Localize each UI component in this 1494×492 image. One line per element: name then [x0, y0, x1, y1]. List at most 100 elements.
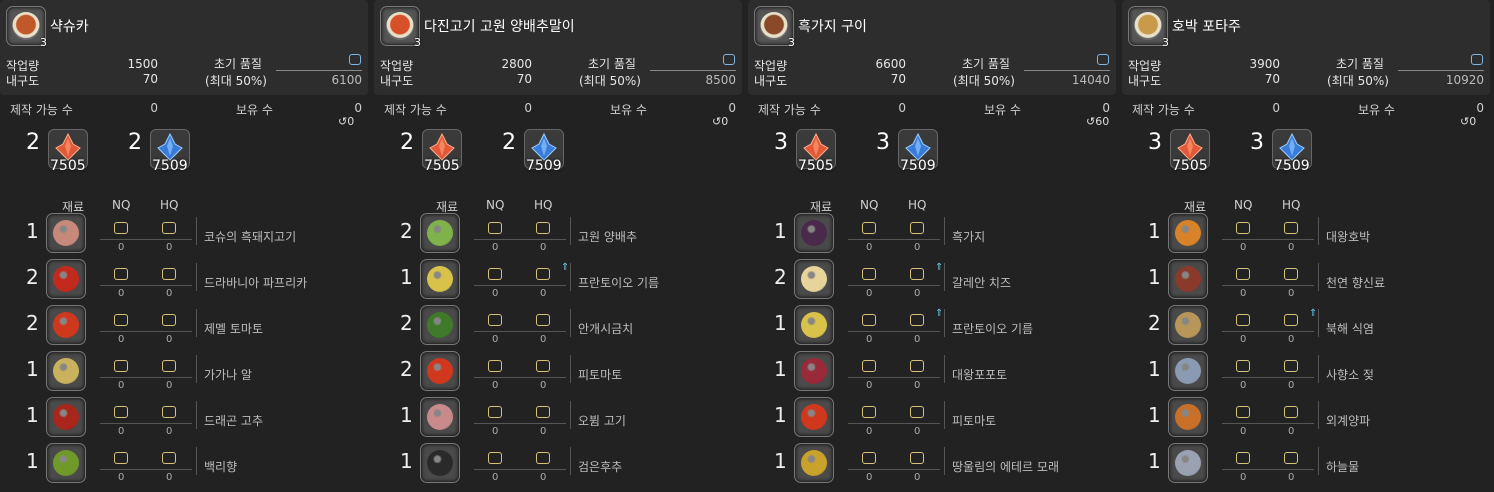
recipe-panel: 3 다진고기 고원 양배추말이 작업량 2800 내구도 70 초기 품질 (최… — [374, 0, 742, 492]
nq-checkbox[interactable] — [488, 314, 502, 326]
spiritbond-value: 0 — [347, 115, 355, 128]
hq-checkbox[interactable] — [1284, 452, 1298, 464]
nq-checkbox[interactable] — [114, 222, 128, 234]
water-crystal-slot[interactable]: 7509 — [524, 129, 564, 174]
hq-count: 0 — [166, 380, 173, 391]
recipe-icon[interactable]: 3 — [754, 6, 795, 49]
craftable-label: 제작 가능 수 — [10, 103, 73, 117]
hq-checkbox[interactable] — [910, 406, 924, 418]
nq-checkbox[interactable] — [862, 268, 876, 280]
nq-checkbox[interactable] — [488, 268, 502, 280]
nq-checkbox[interactable] — [1236, 452, 1250, 464]
ingredient-icon[interactable] — [794, 305, 834, 345]
nq-checkbox[interactable] — [1236, 406, 1250, 418]
nq-checkbox[interactable] — [114, 452, 128, 464]
nq-checkbox[interactable] — [1236, 268, 1250, 280]
ingredient-icon[interactable] — [794, 259, 834, 299]
nq-checkbox[interactable] — [488, 406, 502, 418]
hq-checkbox[interactable] — [1284, 268, 1298, 280]
ingredient-icon[interactable] — [420, 443, 460, 483]
ingredient-icon[interactable] — [1168, 259, 1208, 299]
hq-checkbox[interactable] — [162, 452, 176, 464]
nq-checkbox[interactable] — [114, 314, 128, 326]
nq-checkbox[interactable] — [1236, 222, 1250, 234]
nq-checkbox[interactable] — [862, 222, 876, 234]
hq-checkbox[interactable] — [536, 406, 550, 418]
hq-checkbox[interactable] — [910, 222, 924, 234]
nq-checkbox[interactable] — [114, 406, 128, 418]
initial-quality-checkbox[interactable] — [1471, 54, 1483, 65]
hq-checkbox[interactable] — [536, 360, 550, 372]
nq-checkbox[interactable] — [488, 452, 502, 464]
hq-checkbox[interactable] — [1284, 314, 1298, 326]
ingredient-icon[interactable] — [794, 351, 834, 391]
hq-checkbox[interactable] — [1284, 406, 1298, 418]
ingredient-qty: 1 — [26, 449, 39, 473]
initial-quality-checkbox[interactable] — [349, 54, 361, 65]
ingredient-icon[interactable] — [46, 259, 86, 299]
recipe-name: 다진고기 고원 양배추말이 — [424, 19, 575, 35]
hq-checkbox[interactable] — [910, 452, 924, 464]
ingredient-icon[interactable] — [794, 397, 834, 437]
nq-checkbox[interactable] — [862, 360, 876, 372]
nq-checkbox[interactable] — [114, 268, 128, 280]
hq-checkbox[interactable] — [1284, 360, 1298, 372]
ingredient-icon[interactable] — [794, 213, 834, 253]
recipe-icon[interactable]: 3 — [380, 6, 421, 49]
water-crystal-slot[interactable]: 7509 — [150, 129, 190, 174]
hq-checkbox[interactable] — [536, 452, 550, 464]
ingredient-icon[interactable] — [1168, 213, 1208, 253]
hq-checkbox[interactable] — [162, 268, 176, 280]
nq-checkbox[interactable] — [488, 360, 502, 372]
fire-crystal-slot[interactable]: 7505 — [48, 129, 88, 174]
water-crystal-slot[interactable]: 7509 — [1272, 129, 1312, 174]
recipe-icon[interactable]: 3 — [1128, 6, 1169, 49]
ingredient-icon[interactable] — [420, 305, 460, 345]
hq-checkbox[interactable] — [162, 406, 176, 418]
ingredient-icon[interactable] — [46, 213, 86, 253]
ingredient-icon[interactable] — [420, 213, 460, 253]
hq-checkbox[interactable] — [1284, 222, 1298, 234]
fire-crystal-slot[interactable]: 7505 — [796, 129, 836, 174]
ingredient-icon[interactable] — [420, 259, 460, 299]
hq-checkbox[interactable] — [910, 268, 924, 280]
ingredient-icon[interactable] — [420, 397, 460, 437]
nq-checkbox[interactable] — [862, 452, 876, 464]
nq-checkbox[interactable] — [1236, 314, 1250, 326]
ingredient-image — [801, 220, 827, 246]
hq-checkbox[interactable] — [536, 314, 550, 326]
ingredient-icon[interactable] — [794, 443, 834, 483]
hq-checkbox[interactable] — [910, 360, 924, 372]
recipe-icon[interactable]: 3 — [6, 6, 47, 49]
fire-crystal-slot[interactable]: 7505 — [422, 129, 462, 174]
ingredient-icon[interactable] — [46, 443, 86, 483]
nq-checkbox[interactable] — [488, 222, 502, 234]
hq-checkbox[interactable] — [162, 314, 176, 326]
hq-checkbox[interactable] — [162, 360, 176, 372]
initial-quality-checkbox[interactable] — [723, 54, 735, 65]
ingredient-name: 북해 식염 — [1326, 322, 1374, 336]
hq-checkbox[interactable] — [536, 268, 550, 280]
ingredient-icon[interactable] — [46, 305, 86, 345]
ingredient-name: 흑가지 — [952, 230, 986, 244]
work-value: 1500 — [127, 57, 158, 71]
nq-checkbox[interactable] — [862, 314, 876, 326]
ingredient-icon[interactable] — [1168, 351, 1208, 391]
initial-quality-checkbox[interactable] — [1097, 54, 1109, 65]
nq-checkbox[interactable] — [114, 360, 128, 372]
nq-checkbox[interactable] — [1236, 360, 1250, 372]
ingredient-icon[interactable] — [1168, 397, 1208, 437]
ingredient-icon[interactable] — [420, 351, 460, 391]
water-crystal-slot[interactable]: 7509 — [898, 129, 938, 174]
fire-crystal-slot[interactable]: 7505 — [1170, 129, 1210, 174]
hq-checkbox[interactable] — [162, 222, 176, 234]
hq-checkbox[interactable] — [910, 314, 924, 326]
hq-checkbox[interactable] — [536, 222, 550, 234]
row-separator — [196, 447, 197, 475]
ingredient-icon[interactable] — [46, 397, 86, 437]
ingredient-icon[interactable] — [1168, 305, 1208, 345]
nq-checkbox[interactable] — [862, 406, 876, 418]
ingredient-icon[interactable] — [1168, 443, 1208, 483]
ingredient-icon[interactable] — [46, 351, 86, 391]
row-divider — [1222, 285, 1314, 286]
